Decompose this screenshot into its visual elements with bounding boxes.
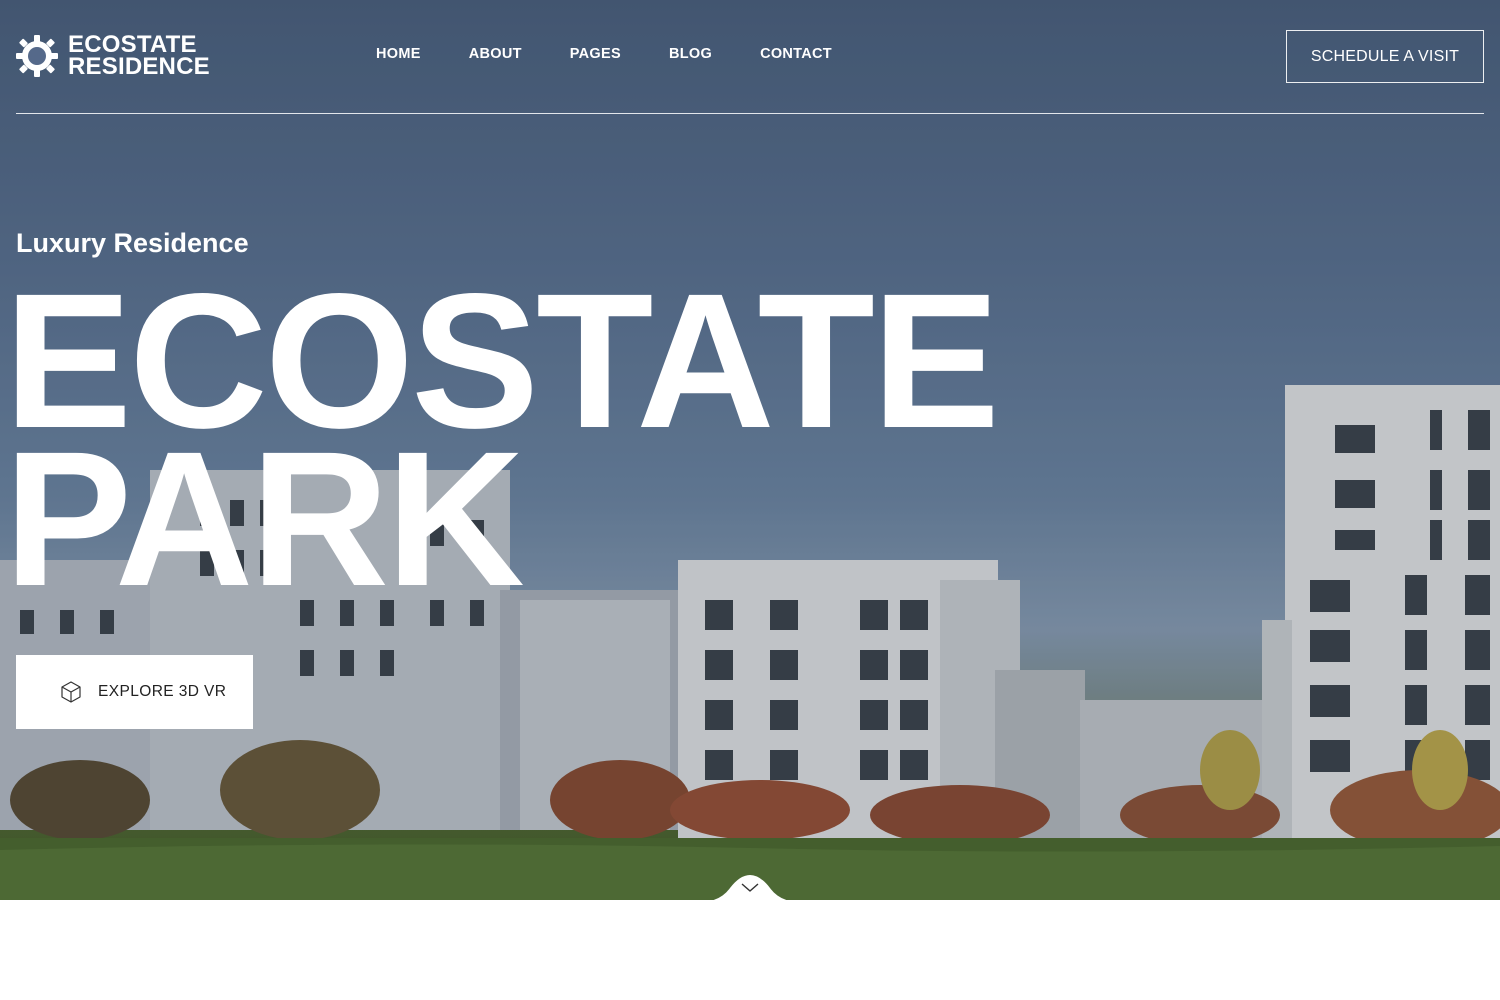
- explore-3d-vr-button[interactable]: EXPLORE 3D VR: [16, 655, 253, 729]
- brand-name: ECOSTATE RESIDENCE: [68, 33, 210, 80]
- nav-item-pages[interactable]: PAGES: [570, 46, 621, 62]
- sun-gear-icon: [16, 35, 58, 77]
- brand-logo[interactable]: ECOSTATE RESIDENCE: [16, 33, 210, 80]
- nav-item-blog[interactable]: BLOG: [669, 46, 712, 62]
- nav-item-contact[interactable]: CONTACT: [760, 46, 832, 62]
- hero-section: ECOSTATE RESIDENCE HOME ABOUT PAGES BLOG…: [0, 0, 1500, 900]
- cube-icon: [61, 681, 81, 703]
- content-section: [0, 900, 1500, 1000]
- brand-line-2: RESIDENCE: [68, 53, 210, 80]
- main-nav: HOME ABOUT PAGES BLOG CONTACT: [376, 46, 880, 62]
- nav-item-home[interactable]: HOME: [376, 46, 421, 62]
- explore-3d-vr-label: EXPLORE 3D VR: [98, 683, 227, 700]
- nav-item-about[interactable]: ABOUT: [469, 46, 522, 62]
- header-divider: [16, 113, 1484, 114]
- schedule-visit-button[interactable]: SCHEDULE A VISIT: [1286, 30, 1484, 83]
- hero-title: ECOSTATE PARK: [4, 265, 1000, 615]
- scroll-down-tab[interactable]: [700, 872, 800, 900]
